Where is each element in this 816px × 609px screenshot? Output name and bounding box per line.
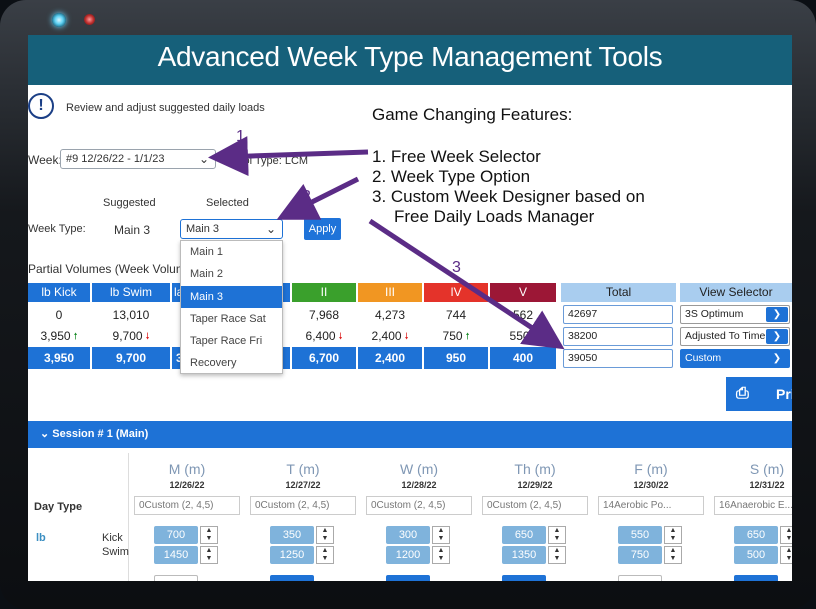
arrow-3	[368, 218, 565, 350]
marker-3: 3	[452, 259, 461, 276]
feature-1: 1. Free Week Selector	[372, 147, 541, 166]
sensor-icon	[84, 14, 95, 25]
marker-1: 1	[236, 128, 245, 145]
app-screen: Advanced Week Type Management Tools ! Re…	[28, 35, 792, 581]
feature-heading: Game Changing Features:	[372, 105, 573, 124]
marker-2: 2	[302, 188, 311, 205]
device-frame: Advanced Week Type Management Tools ! Re…	[0, 0, 816, 609]
feature-2: 2. Week Type Option	[372, 167, 531, 186]
arrow-2	[276, 176, 360, 220]
feature-list: Game Changing Features: 1. Free Week Sel…	[372, 105, 645, 227]
feature-3: 3. Custom Week Designer based on	[372, 187, 645, 206]
feature-3-cont: Free Daily Loads Manager	[394, 207, 595, 226]
camera-icon	[52, 13, 66, 27]
arrow-1	[208, 136, 369, 177]
